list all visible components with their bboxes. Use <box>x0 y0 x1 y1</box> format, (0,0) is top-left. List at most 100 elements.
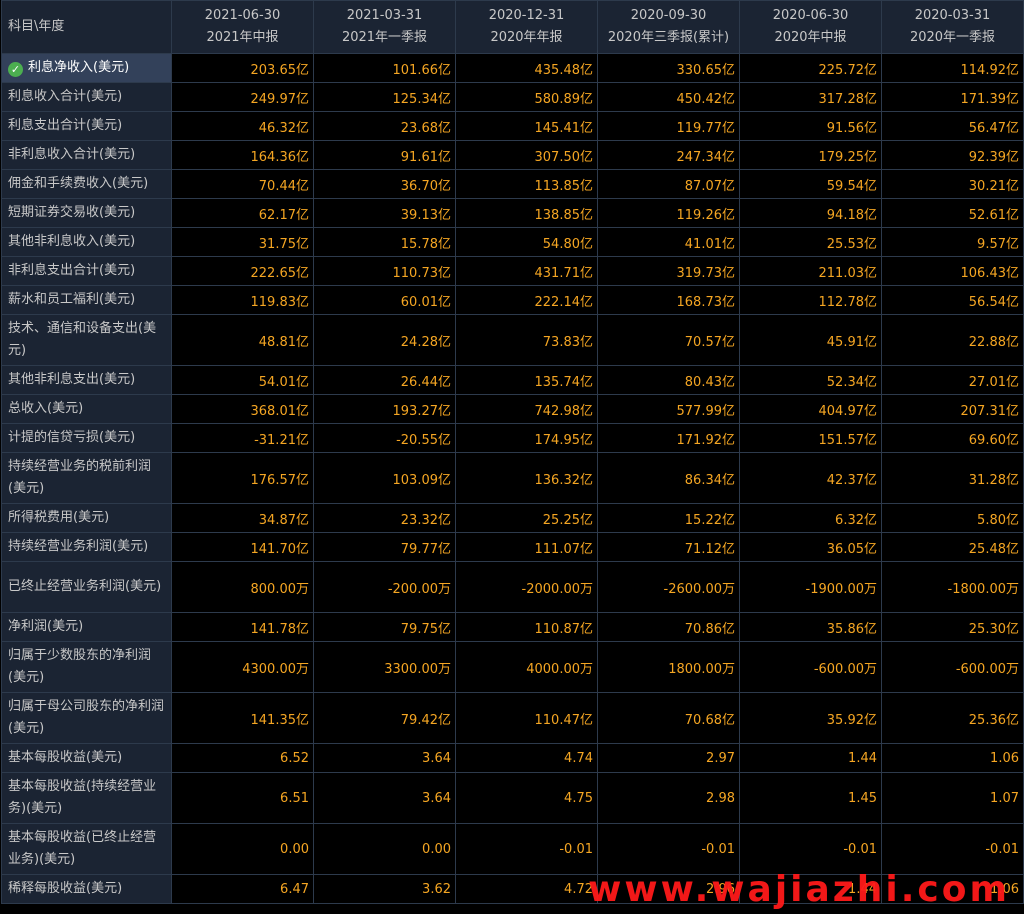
table-cell: 52.34亿 <box>739 365 882 395</box>
table-cell: 222.65亿 <box>171 256 314 286</box>
row-label[interactable]: 非利息支出合计(美元) <box>1 256 172 286</box>
table-cell: 71.12亿 <box>597 532 740 562</box>
table-cell: 15.22亿 <box>597 503 740 533</box>
table-row[interactable]: 基本每股收益(持续经营业务)(美元) 6.51 3.64 4.75 2.98 1.45 1.… <box>1 772 1024 824</box>
table-row[interactable]: 计提的信贷亏损(美元) -31.21亿 -20.55亿 174.95亿 171.92亿 1… <box>1 423 1024 453</box>
row-label[interactable]: 基本每股收益(持续经营业务)(美元) <box>1 772 172 824</box>
column-header[interactable]: 2020-12-31 2020年年报 <box>455 0 598 54</box>
table-row[interactable]: 基本每股收益(已终止经营业务)(美元) 0.00 0.00 -0.01 -0.01 -0.… <box>1 823 1024 875</box>
row-label[interactable]: 佣金和手续费收入(美元) <box>1 169 172 199</box>
table-cell: 113.85亿 <box>455 169 598 199</box>
table-row[interactable]: 基本每股收益(美元) 6.52 3.64 4.74 2.97 1.44 1.06 <box>1 743 1024 773</box>
table-cell: 56.54亿 <box>881 285 1024 315</box>
row-label-text: 非利息收入合计(美元) <box>8 147 136 162</box>
row-label[interactable]: 薪水和员工福利(美元) <box>1 285 172 315</box>
row-label[interactable]: 已终止经营业务利润(美元) <box>1 561 172 613</box>
table-cell: 46.32亿 <box>171 111 314 141</box>
table-cell: -1900.00万 <box>739 561 882 613</box>
table-cell: 110.87亿 <box>455 612 598 642</box>
table-cell: 151.57亿 <box>739 423 882 453</box>
table-cell: 141.70亿 <box>171 532 314 562</box>
table-row[interactable]: 归属于母公司股东的净利润(美元) 141.35亿 79.42亿 110.47亿 70.6… <box>1 692 1024 744</box>
table-cell: 179.25亿 <box>739 140 882 170</box>
table-cell: 4.74 <box>455 743 598 773</box>
table-cell: 36.05亿 <box>739 532 882 562</box>
table-cell: 1.45 <box>739 772 882 824</box>
row-label[interactable]: 所得税费用(美元) <box>1 503 172 533</box>
row-label[interactable]: 归属于少数股东的净利润(美元) <box>1 641 172 693</box>
table-cell: 168.73亿 <box>597 285 740 315</box>
table-cell: 62.17亿 <box>171 198 314 228</box>
row-label-text: 薪水和员工福利(美元) <box>8 292 136 307</box>
table-row[interactable]: 所得税费用(美元) 34.87亿 23.32亿 25.25亿 15.22亿 6.32亿 5.… <box>1 503 1024 533</box>
table-row[interactable]: 其他非利息支出(美元) 54.01亿 26.44亿 135.74亿 80.43亿 52.3… <box>1 365 1024 395</box>
table-row[interactable]: 非利息收入合计(美元) 164.36亿 91.61亿 307.50亿 247.34亿 17… <box>1 140 1024 170</box>
column-date: 2021-06-30 <box>204 8 281 23</box>
row-label[interactable]: 总收入(美元) <box>1 394 172 424</box>
table-cell: 319.73亿 <box>597 256 740 286</box>
table-cell: 203.65亿 <box>171 53 314 83</box>
table-row[interactable]: 利息收入合计(美元) 249.97亿 125.34亿 580.89亿 450.42亿 31… <box>1 82 1024 112</box>
column-period: 2021年一季报 <box>341 30 428 45</box>
row-label[interactable]: 基本每股收益(美元) <box>1 743 172 773</box>
row-label[interactable]: 其他非利息收入(美元) <box>1 227 172 257</box>
row-label-text: 利息支出合计(美元) <box>8 118 123 133</box>
table-cell: 450.42亿 <box>597 82 740 112</box>
table-row[interactable]: 总收入(美元) 368.01亿 193.27亿 742.98亿 577.99亿 404.9… <box>1 394 1024 424</box>
table-cell: 103.09亿 <box>313 452 456 504</box>
table-cell: 70.68亿 <box>597 692 740 744</box>
table-cell: 22.88亿 <box>881 314 1024 366</box>
table-row[interactable]: 佣金和手续费收入(美元) 70.44亿 36.70亿 113.85亿 87.07亿 59.… <box>1 169 1024 199</box>
table-cell: 70.86亿 <box>597 612 740 642</box>
table-cell: 79.77亿 <box>313 532 456 562</box>
table-cell: 110.47亿 <box>455 692 598 744</box>
table-cell: 222.14亿 <box>455 285 598 315</box>
row-label[interactable]: 持续经营业务利润(美元) <box>1 532 172 562</box>
table-cell: -600.00万 <box>739 641 882 693</box>
table-row[interactable]: ✓ 利息净收入(美元) 203.65亿 101.66亿 435.48亿 330.65亿 22… <box>1 53 1024 83</box>
table-row[interactable]: 薪水和员工福利(美元) 119.83亿 60.01亿 222.14亿 168.73亿 11… <box>1 285 1024 315</box>
row-label[interactable]: 净利润(美元) <box>1 612 172 642</box>
row-label[interactable]: 计提的信贷亏损(美元) <box>1 423 172 453</box>
table-row[interactable]: 已终止经营业务利润(美元) 800.00万 -200.00万 -2000.00万 -26… <box>1 561 1024 613</box>
row-label[interactable]: 技术、通信和设备支出(美元) <box>1 314 172 366</box>
table-cell: 141.35亿 <box>171 692 314 744</box>
row-label[interactable]: 其他非利息支出(美元) <box>1 365 172 395</box>
row-label[interactable]: 利息收入合计(美元) <box>1 82 172 112</box>
column-header[interactable]: 2020-03-31 2020年一季报 <box>881 0 1024 54</box>
row-label[interactable]: 非利息收入合计(美元) <box>1 140 172 170</box>
row-label[interactable]: 利息支出合计(美元) <box>1 111 172 141</box>
table-row[interactable]: 利息支出合计(美元) 46.32亿 23.68亿 145.41亿 119.77亿 91.5… <box>1 111 1024 141</box>
table-cell: 52.61亿 <box>881 198 1024 228</box>
table-row[interactable]: 其他非利息收入(美元) 31.75亿 15.78亿 54.80亿 41.01亿 25.53… <box>1 227 1024 257</box>
table-row[interactable]: 非利息支出合计(美元) 222.65亿 110.73亿 431.71亿 319.73亿 2… <box>1 256 1024 286</box>
table-cell: 368.01亿 <box>171 394 314 424</box>
row-label[interactable]: 归属于母公司股东的净利润(美元) <box>1 692 172 744</box>
table-cell: 79.75亿 <box>313 612 456 642</box>
row-label[interactable]: 基本每股收益(已终止经营业务)(美元) <box>1 823 172 875</box>
table-cell: 135.74亿 <box>455 365 598 395</box>
row-label[interactable]: 稀释每股收益(美元) <box>1 874 172 904</box>
column-header[interactable]: 2020-06-30 2020年中报 <box>739 0 882 54</box>
row-label-text: 基本每股收益(美元) <box>8 750 123 765</box>
table-row[interactable]: 技术、通信和设备支出(美元) 48.81亿 24.28亿 73.83亿 70.57亿 45… <box>1 314 1024 366</box>
table-row[interactable]: 短期证券交易收(美元) 62.17亿 39.13亿 138.85亿 119.26亿 94.… <box>1 198 1024 228</box>
row-label[interactable]: ✓ 利息净收入(美元) <box>1 53 172 83</box>
row-label[interactable]: 持续经营业务的税前利润(美元) <box>1 452 172 504</box>
table-row[interactable]: 归属于少数股东的净利润(美元) 4300.00万 3300.00万 4000.00万 1… <box>1 641 1024 693</box>
table-cell: 145.41亿 <box>455 111 598 141</box>
row-label-text: 已终止经营业务利润(美元) <box>8 579 162 594</box>
table-row[interactable]: 净利润(美元) 141.78亿 79.75亿 110.87亿 70.86亿 35.86亿 2… <box>1 612 1024 642</box>
column-header[interactable]: 2021-06-30 2021年中报 <box>171 0 314 54</box>
table-cell: -1800.00万 <box>881 561 1024 613</box>
table-cell: 125.34亿 <box>313 82 456 112</box>
table-row[interactable]: 持续经营业务的税前利润(美元) 176.57亿 103.09亿 136.32亿 86.3… <box>1 452 1024 504</box>
table-row[interactable]: 持续经营业务利润(美元) 141.70亿 79.77亿 111.07亿 71.12亿 36… <box>1 532 1024 562</box>
column-header[interactable]: 2021-03-31 2021年一季报 <box>313 0 456 54</box>
table-cell: 25.30亿 <box>881 612 1024 642</box>
column-header[interactable]: 2020-09-30 2020年三季报(累计) <box>597 0 740 54</box>
table-cell: 6.47 <box>171 874 314 904</box>
table-cell: 26.44亿 <box>313 365 456 395</box>
table-cell: 330.65亿 <box>597 53 740 83</box>
row-label[interactable]: 短期证券交易收(美元) <box>1 198 172 228</box>
